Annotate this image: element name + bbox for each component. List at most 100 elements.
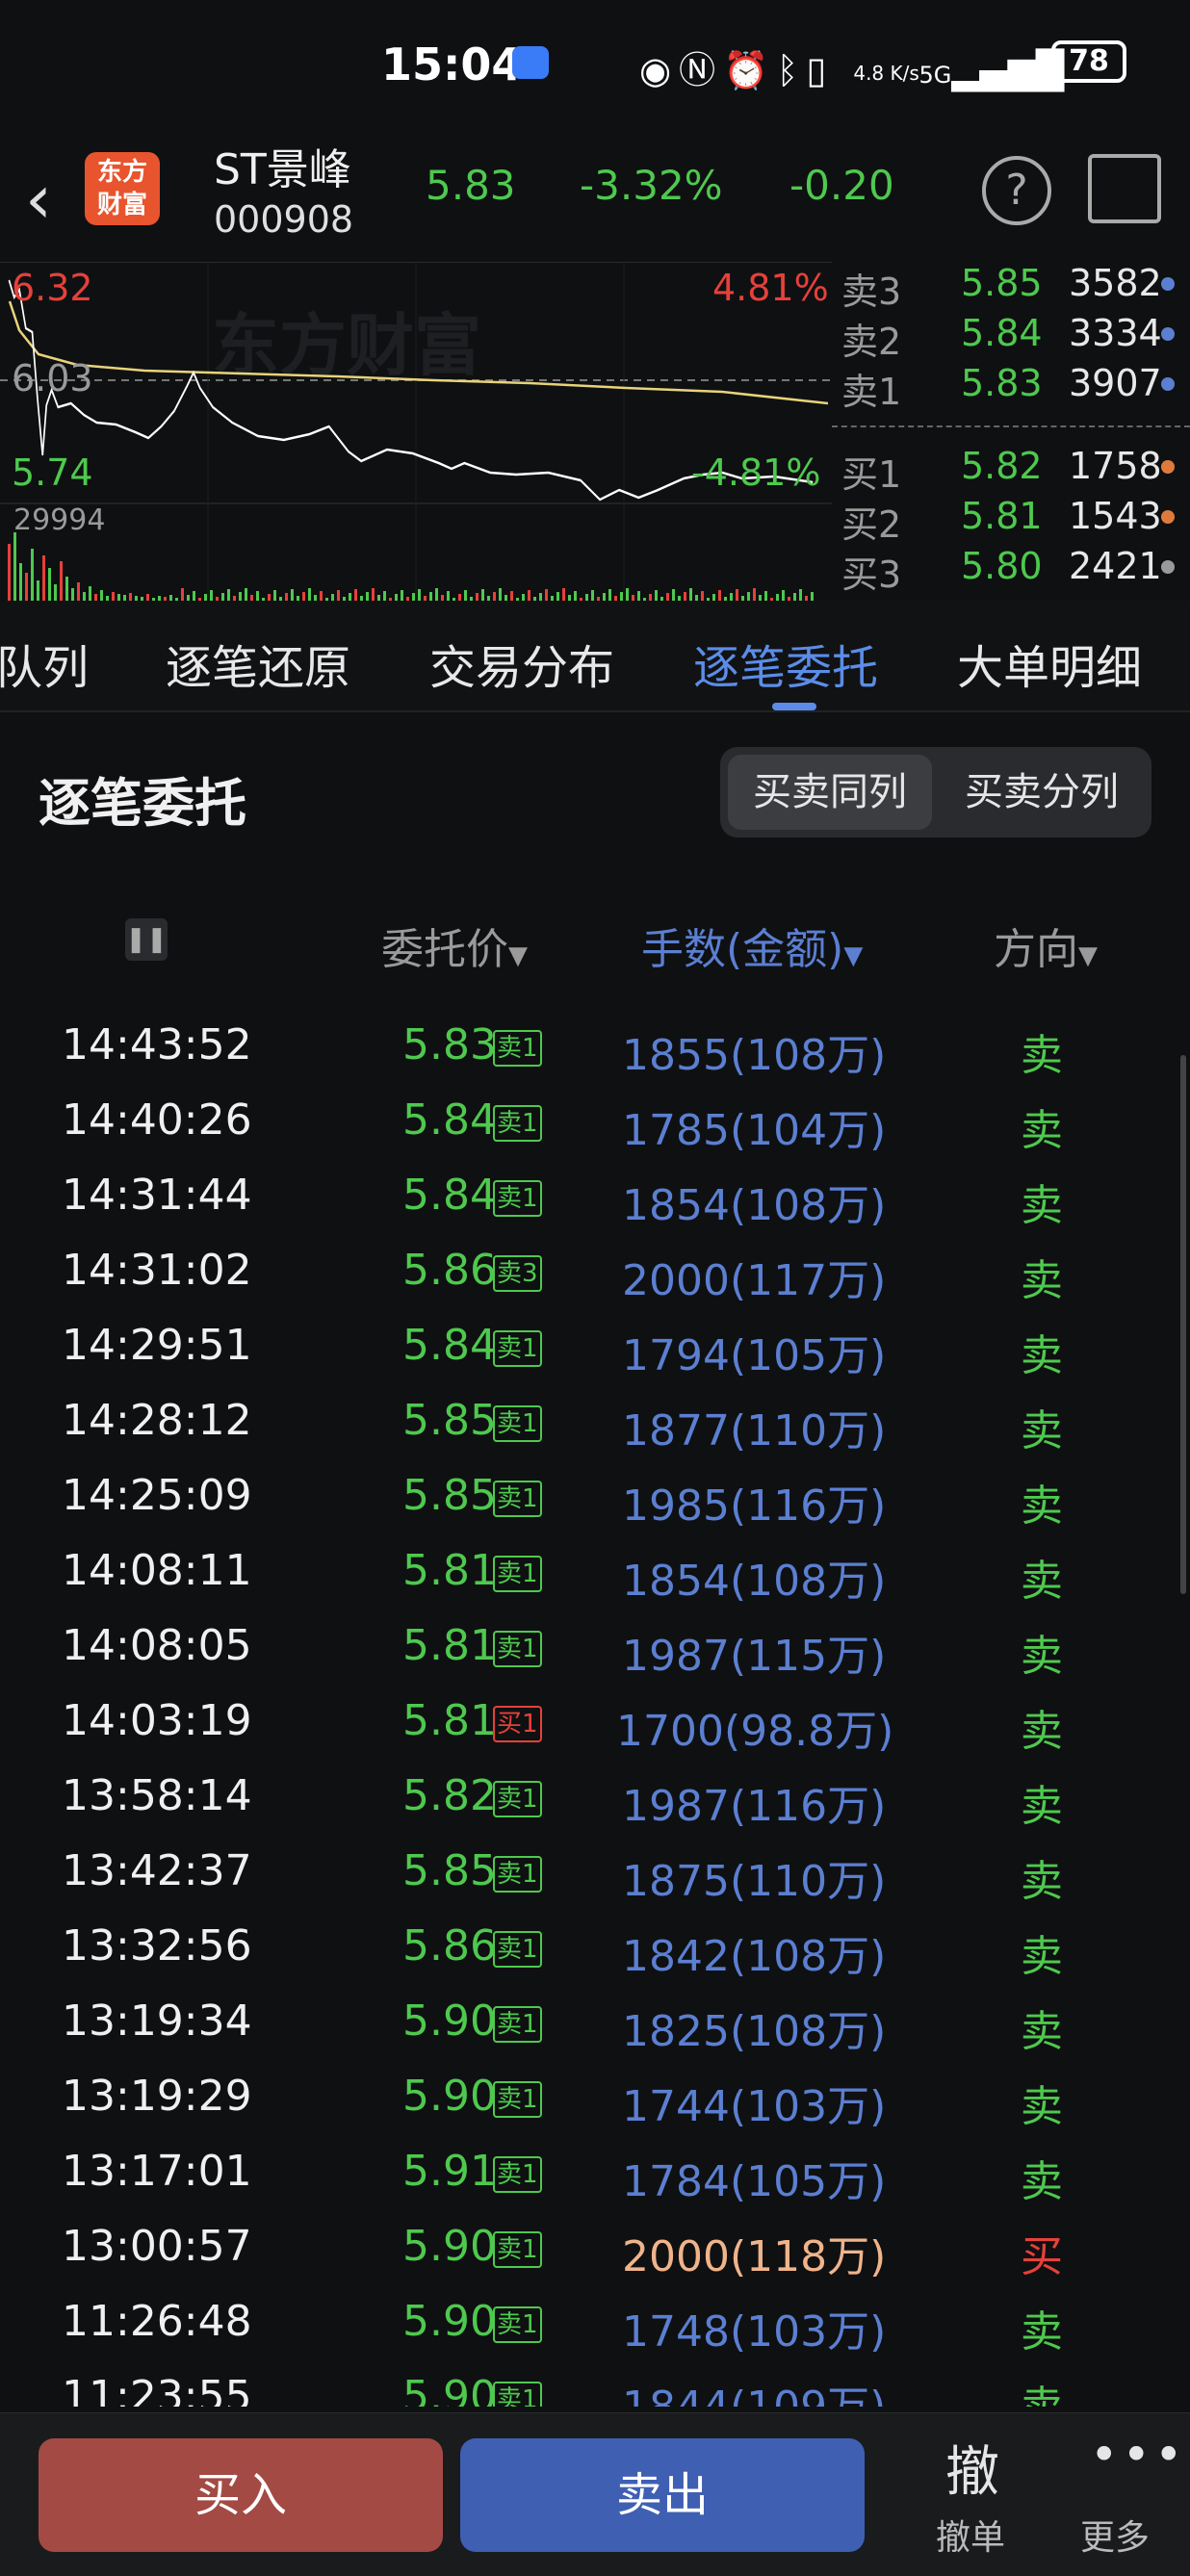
list-item[interactable]: 13:17:01 5.91 卖1 1784(105万) 卖 <box>0 2135 1190 2210</box>
order-volume: 1825(108万) <box>622 2007 887 2056</box>
list-item[interactable]: 14:31:02 5.86 卖3 2000(117万) 卖 <box>0 1234 1190 1309</box>
app-logo[interactable]: 东方 财富 <box>85 152 160 225</box>
ask-label: 卖2 <box>841 321 902 363</box>
back-arrow-icon[interactable]: ‹ <box>25 160 52 239</box>
order-price: 5.84 <box>402 1095 497 1145</box>
order-level-badge: 卖1 <box>493 2382 542 2407</box>
tick-order-list[interactable]: 14:43:52 5.83 卖1 1855(108万) 卖 14:40:26 5.84 卖1 1… <box>0 1009 1190 2407</box>
list-item[interactable]: 13:42:37 5.85 卖1 1875(110万) 卖 <box>0 1835 1190 1910</box>
sell-button[interactable]: 卖出 <box>460 2438 865 2552</box>
bottom-action-bar: 买入 卖出 撤 撤单 ••• 更多 <box>0 2412 1190 2576</box>
tab-queue[interactable]: 队列 <box>0 630 89 697</box>
detail-tabs: 队列 逐笔还原 交易分布 逐笔委托 大单明细 <box>0 601 1190 712</box>
list-item[interactable]: 14:08:05 5.81 卖1 1987(115万) 卖 <box>0 1610 1190 1685</box>
order-time: 14:08:11 <box>62 1546 252 1595</box>
list-item[interactable]: 14:43:52 5.83 卖1 1855(108万) 卖 <box>0 1009 1190 1084</box>
price-column-header[interactable]: 委托价▼ <box>381 914 528 976</box>
order-volume: 1784(105万) <box>622 2157 887 2206</box>
pause-icon[interactable]: ❚❚ <box>125 918 168 961</box>
view-mode-toggle: 买卖同列 买卖分列 <box>720 747 1151 837</box>
order-volume: 2000(117万) <box>622 1256 887 1305</box>
order-level-badge: 卖1 <box>493 2006 542 2043</box>
order-time: 14:03:19 <box>62 1696 252 1745</box>
question-mark-icon[interactable]: ? <box>982 156 1051 225</box>
order-level-badge: 卖1 <box>493 2081 542 2118</box>
tab-tick-restore[interactable]: 逐笔还原 <box>166 630 350 697</box>
order-direction: 卖 <box>1021 1782 1063 1831</box>
logo-text: 东方 财富 <box>96 158 147 219</box>
list-item[interactable]: 13:19:34 5.90 卖1 1825(108万) 卖 <box>0 1985 1190 2060</box>
list-item[interactable]: 14:25:09 5.85 卖1 1985(116万) 卖 <box>0 1459 1190 1534</box>
volume-bar <box>181 588 184 602</box>
order-level-badge: 卖1 <box>493 1556 542 1592</box>
cloud-icon <box>512 46 549 79</box>
order-direction: 卖 <box>1021 1181 1063 1230</box>
buy-button[interactable]: 买入 <box>39 2438 443 2552</box>
cancel-order-button[interactable]: 撤单 <box>936 2510 1005 2560</box>
stock-name[interactable]: ST景峰 <box>214 135 351 196</box>
order-time: 14:40:26 <box>62 1095 252 1145</box>
list-item[interactable]: 14:28:12 5.85 卖1 1877(110万) 卖 <box>0 1384 1190 1459</box>
volume-column-header[interactable]: 手数(金额)▼ <box>641 914 863 976</box>
list-item[interactable]: 13:58:14 5.82 卖1 1987(116万) 卖 <box>0 1760 1190 1835</box>
order-time: 13:19:34 <box>62 1996 252 2046</box>
list-item[interactable]: 13:19:29 5.90 卖1 1744(103万) 卖 <box>0 2060 1190 2135</box>
ask-row: 卖3 5.85 3582 <box>832 262 1190 313</box>
order-direction: 卖 <box>1021 1106 1063 1155</box>
list-item[interactable]: 14:29:51 5.84 卖1 1794(105万) 卖 <box>0 1309 1190 1384</box>
tab-trade-distribution[interactable]: 交易分布 <box>429 630 614 697</box>
volume-bar <box>19 563 22 602</box>
order-time: 13:58:14 <box>62 1771 252 1820</box>
stock-change-pct: -3.32% <box>580 162 723 209</box>
order-volume: 1842(108万) <box>622 1932 887 1981</box>
order-book[interactable]: 卖3 5.85 3582 卖2 5.84 3334 卖1 5.83 3907 买… <box>832 262 1190 601</box>
list-item[interactable]: 14:08:11 5.81 卖1 1854(108万) 卖 <box>0 1534 1190 1610</box>
order-direction: 卖 <box>1021 1557 1063 1606</box>
volume-bar <box>77 582 80 602</box>
eye-icon: ◉ <box>639 49 680 91</box>
volume-column-label: 手数(金额) <box>641 925 844 974</box>
volume-bar <box>48 568 51 602</box>
order-volume: 1985(116万) <box>622 1481 887 1531</box>
order-level-badge: 卖1 <box>493 1856 542 1893</box>
list-item[interactable]: 11:26:48 5.90 卖1 1748(103万) 卖 <box>0 2285 1190 2360</box>
scrollbar[interactable] <box>1180 1055 1186 1594</box>
bid-row: 买3 5.80 2421 <box>832 545 1190 596</box>
cancel-order-icon[interactable]: 撤 <box>945 2429 999 2507</box>
sort-caret-icon: ▼ <box>508 941 528 970</box>
bid-volume: 2421 <box>1069 545 1162 587</box>
split-column-button[interactable]: 买卖分列 <box>940 755 1144 830</box>
volume-bar <box>689 588 692 602</box>
list-item[interactable]: 14:40:26 5.84 卖1 1785(104万) 卖 <box>0 1084 1190 1159</box>
same-column-button[interactable]: 买卖同列 <box>728 755 932 830</box>
tab-big-orders[interactable]: 大单明细 <box>957 630 1142 697</box>
direction-column-header[interactable]: 方向▼ <box>994 914 1098 976</box>
more-icon[interactable]: ••• <box>1090 2427 1186 2483</box>
list-item[interactable]: 14:31:44 5.84 卖1 1854(108万) 卖 <box>0 1159 1190 1234</box>
volume-bar <box>753 588 756 602</box>
order-level-badge: 卖1 <box>493 1330 542 1367</box>
active-tab-indicator <box>772 703 816 710</box>
intraday-chart[interactable]: 东方财富 6.32 4.81% 6.03 5.74 -4.81% 29994 <box>0 262 832 602</box>
order-level-badge: 卖1 <box>493 2306 542 2343</box>
bid-price: 5.80 <box>961 545 1043 587</box>
order-level-badge: 卖1 <box>493 1405 542 1442</box>
tab-tick-orders[interactable]: 逐笔委托 <box>693 630 878 697</box>
chart-low: 5.74 <box>12 451 93 494</box>
volume-bar <box>372 588 375 602</box>
ask-volume: 3582 <box>1069 262 1162 304</box>
list-item[interactable]: 13:32:56 5.86 卖1 1842(108万) 卖 <box>0 1910 1190 1985</box>
list-item[interactable]: 11:23:55 5.90卖1 1844(109万) 卖 <box>0 2360 1190 2407</box>
bid-price: 5.82 <box>961 445 1043 487</box>
list-item[interactable]: 14:03:19 5.81 买1 1700(98.8万) 卖 <box>0 1685 1190 1760</box>
list-item[interactable]: 13:00:57 5.90 卖1 2000(118万) 买 <box>0 2210 1190 2285</box>
bid-row: 买1 5.82 1758 <box>832 445 1190 496</box>
order-price: 5.82 <box>402 1771 497 1820</box>
signal-icon: ▂▄▆█ <box>951 49 1065 91</box>
intraday-chart-svg: 东方财富 <box>0 263 832 602</box>
sort-caret-icon: ▼ <box>843 941 864 970</box>
order-volume: 1854(108万) <box>622 1181 887 1230</box>
more-button[interactable]: 更多 <box>1080 2510 1150 2560</box>
order-direction: 卖 <box>1021 1481 1063 1531</box>
landscape-toggle-icon[interactable] <box>1088 154 1161 223</box>
